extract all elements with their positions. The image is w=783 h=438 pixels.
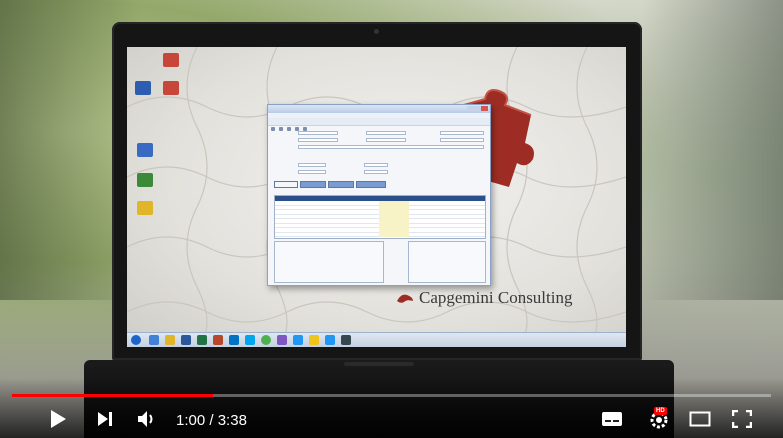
taskbar-app-icon[interactable] xyxy=(245,335,255,345)
minimize-button[interactable] xyxy=(467,106,474,111)
form-field[interactable] xyxy=(298,138,338,142)
application-window[interactable] xyxy=(267,104,491,286)
next-button[interactable] xyxy=(92,407,118,431)
start-button-icon[interactable] xyxy=(131,335,141,345)
toolbar-icon[interactable] xyxy=(271,127,275,131)
time-separator: / xyxy=(205,412,218,429)
desktop-app-icon[interactable] xyxy=(135,81,151,95)
desktop-file-icon[interactable] xyxy=(163,81,179,95)
desktop-app-icon[interactable] xyxy=(137,143,153,157)
form-tab[interactable] xyxy=(356,181,386,188)
form-field[interactable] xyxy=(440,131,484,135)
form-field[interactable] xyxy=(298,145,484,149)
taskbar-app-icon[interactable] xyxy=(309,335,319,345)
hd-badge: HD xyxy=(654,407,667,415)
toolbar-icon[interactable] xyxy=(287,127,291,131)
data-grid[interactable] xyxy=(274,195,486,239)
close-button[interactable] xyxy=(481,106,488,111)
webcam xyxy=(374,29,379,34)
subtitles-button[interactable] xyxy=(598,407,626,431)
form-field[interactable] xyxy=(366,131,406,135)
grid-editable-column[interactable] xyxy=(379,201,409,237)
video-player[interactable]: Capgemini Consulting 1:00 / 3:38 HD xyxy=(0,0,783,438)
laptop-screen-bezel: Capgemini Consulting xyxy=(112,22,642,360)
desktop-file-icon[interactable] xyxy=(163,53,179,67)
subtitles-icon xyxy=(602,412,622,426)
fullscreen-button[interactable] xyxy=(728,407,756,431)
current-time: 1:00 xyxy=(176,412,206,429)
form-field[interactable] xyxy=(298,163,326,167)
taskbar-app-icon[interactable] xyxy=(165,335,175,345)
brand-name: Capgemini Consulting xyxy=(419,288,573,307)
taskbar-app-icon[interactable] xyxy=(325,335,335,345)
form-tab[interactable] xyxy=(300,181,326,188)
form-field[interactable] xyxy=(298,170,326,174)
duration: 3:38 xyxy=(217,412,247,429)
form-field[interactable] xyxy=(366,138,406,142)
settings-button[interactable]: HD xyxy=(644,407,674,431)
taskbar-app-icon[interactable] xyxy=(229,335,239,345)
summary-panel xyxy=(408,241,486,283)
form-field[interactable] xyxy=(364,163,388,167)
player-controls: 1:00 / 3:38 HD xyxy=(0,403,783,435)
form-tab[interactable] xyxy=(274,181,298,188)
window-titlebar[interactable] xyxy=(268,105,490,113)
window-toolbar[interactable] xyxy=(268,118,490,131)
form-panel xyxy=(274,241,384,283)
progress-played xyxy=(12,394,214,397)
taskbar-app-icon[interactable] xyxy=(293,335,303,345)
form-field[interactable] xyxy=(298,131,338,135)
brand-logo: Capgemini Consulting xyxy=(395,288,572,308)
theater-mode-icon xyxy=(689,411,711,427)
form-tab[interactable] xyxy=(328,181,354,188)
progress-bar[interactable] xyxy=(12,394,771,397)
taskbar-app-icon[interactable] xyxy=(341,335,351,345)
play-button[interactable] xyxy=(44,407,72,431)
taskbar-app-icon[interactable] xyxy=(149,335,159,345)
form-field[interactable] xyxy=(364,170,388,174)
capgemini-spade-icon xyxy=(397,294,413,303)
volume-button[interactable] xyxy=(134,407,160,431)
toolbar-icon[interactable] xyxy=(279,127,283,131)
desktop-app-icon[interactable] xyxy=(137,201,153,215)
play-icon xyxy=(51,410,66,428)
volume-icon xyxy=(138,411,153,427)
form-field[interactable] xyxy=(440,138,484,142)
windows-taskbar[interactable] xyxy=(127,332,626,347)
desktop-app-icon[interactable] xyxy=(137,173,153,187)
laptop-display: Capgemini Consulting xyxy=(127,47,626,347)
taskbar-app-icon[interactable] xyxy=(261,335,271,345)
maximize-button[interactable] xyxy=(474,106,481,111)
laptop-hinge xyxy=(344,362,414,366)
fullscreen-icon xyxy=(732,410,752,428)
taskbar-app-icon[interactable] xyxy=(213,335,223,345)
next-icon xyxy=(98,412,112,426)
taskbar-app-icon[interactable] xyxy=(181,335,191,345)
time-display: 1:00 / 3:38 xyxy=(176,412,247,429)
taskbar-app-icon[interactable] xyxy=(277,335,287,345)
video-frame[interactable]: Capgemini Consulting xyxy=(0,0,783,438)
taskbar-app-icon[interactable] xyxy=(197,335,207,345)
theater-mode-button[interactable] xyxy=(686,407,714,431)
